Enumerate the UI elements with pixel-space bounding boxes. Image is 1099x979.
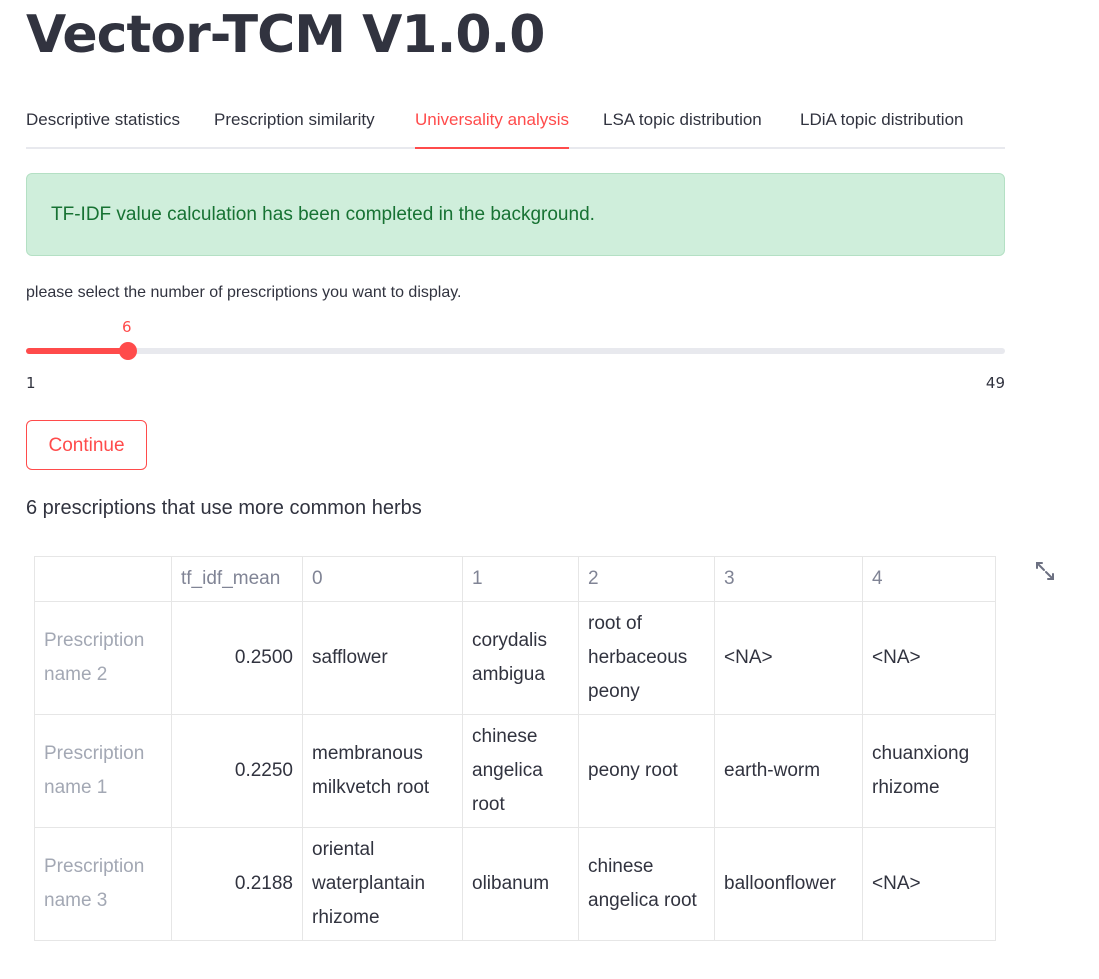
- column-header-3[interactable]: 3: [714, 556, 863, 602]
- table-cell: earth-worm: [714, 714, 863, 828]
- table-cell: 0.2188: [171, 827, 303, 941]
- table-cell: 0.2250: [171, 714, 303, 828]
- table-cell: olibanum: [462, 827, 579, 941]
- slider-thumb[interactable]: [119, 342, 137, 360]
- table-row: Prescription name 1 0.2250 membranous mi…: [34, 714, 996, 828]
- tab-universality-analysis[interactable]: Universality analysis: [415, 100, 569, 149]
- table-cell: <NA>: [862, 827, 996, 941]
- table-cell: oriental waterplantain rhizome: [302, 827, 463, 941]
- table-cell: <NA>: [862, 601, 996, 715]
- table-cell: chinese angelica root: [462, 714, 579, 828]
- slider-track[interactable]: [26, 348, 1005, 354]
- result-heading: 6 prescriptions that use more common her…: [26, 497, 422, 519]
- table-row: Prescription name 3 0.2188 oriental wate…: [34, 827, 996, 941]
- column-header-2[interactable]: 2: [578, 556, 715, 602]
- slider-value-label: 6: [122, 318, 132, 336]
- column-header-0[interactable]: 0: [302, 556, 463, 602]
- table-cell: <NA>: [714, 601, 863, 715]
- table-cell: balloonflower: [714, 827, 863, 941]
- tab-descriptive-statistics[interactable]: Descriptive statistics: [26, 100, 180, 149]
- column-header-4[interactable]: 4: [862, 556, 996, 602]
- table-header-row: tf_idf_mean 0 1 2 3 4: [34, 556, 996, 602]
- table-cell: 0.2500: [171, 601, 303, 715]
- table-cell: chuanxiong rhizome: [862, 714, 996, 828]
- tab-prescription-similarity[interactable]: Prescription similarity: [214, 100, 375, 149]
- column-header-tf-idf-mean[interactable]: tf_idf_mean: [171, 556, 303, 602]
- table-cell: membranous milkvetch root: [302, 714, 463, 828]
- slider-track-fill: [26, 348, 128, 354]
- row-index: Prescription name 2: [34, 601, 172, 715]
- row-index: Prescription name 1: [34, 714, 172, 828]
- table-cell: safflower: [302, 601, 463, 715]
- row-index: Prescription name 3: [34, 827, 172, 941]
- table-cell: chinese angelica root: [578, 827, 715, 941]
- tab-ldia-topic-distribution[interactable]: LDiA topic distribution: [800, 100, 963, 149]
- slider-prompt: please select the number of prescription…: [26, 284, 462, 301]
- success-alert: TF-IDF value calculation has been comple…: [26, 173, 1005, 256]
- table-row: Prescription name 2 0.2500 safflower cor…: [34, 601, 996, 715]
- table-cell: root of herbaceous peony: [578, 601, 715, 715]
- table-cell: peony root: [578, 714, 715, 828]
- app-title: Vector-TCM V1.0.0: [26, 5, 545, 65]
- column-header-index: [34, 556, 172, 602]
- tab-bar: Descriptive statistics Prescription simi…: [26, 100, 1005, 149]
- table-cell: corydalis ambigua: [462, 601, 579, 715]
- slider-max-label: 49: [985, 374, 1005, 392]
- tab-lsa-topic-distribution[interactable]: LSA topic distribution: [603, 100, 762, 149]
- continue-button[interactable]: Continue: [26, 420, 147, 470]
- results-table: tf_idf_mean 0 1 2 3 4 Prescription name …: [34, 556, 996, 941]
- slider-min-label: 1: [26, 374, 36, 392]
- fullscreen-expand-icon[interactable]: [1034, 560, 1056, 582]
- column-header-1[interactable]: 1: [462, 556, 579, 602]
